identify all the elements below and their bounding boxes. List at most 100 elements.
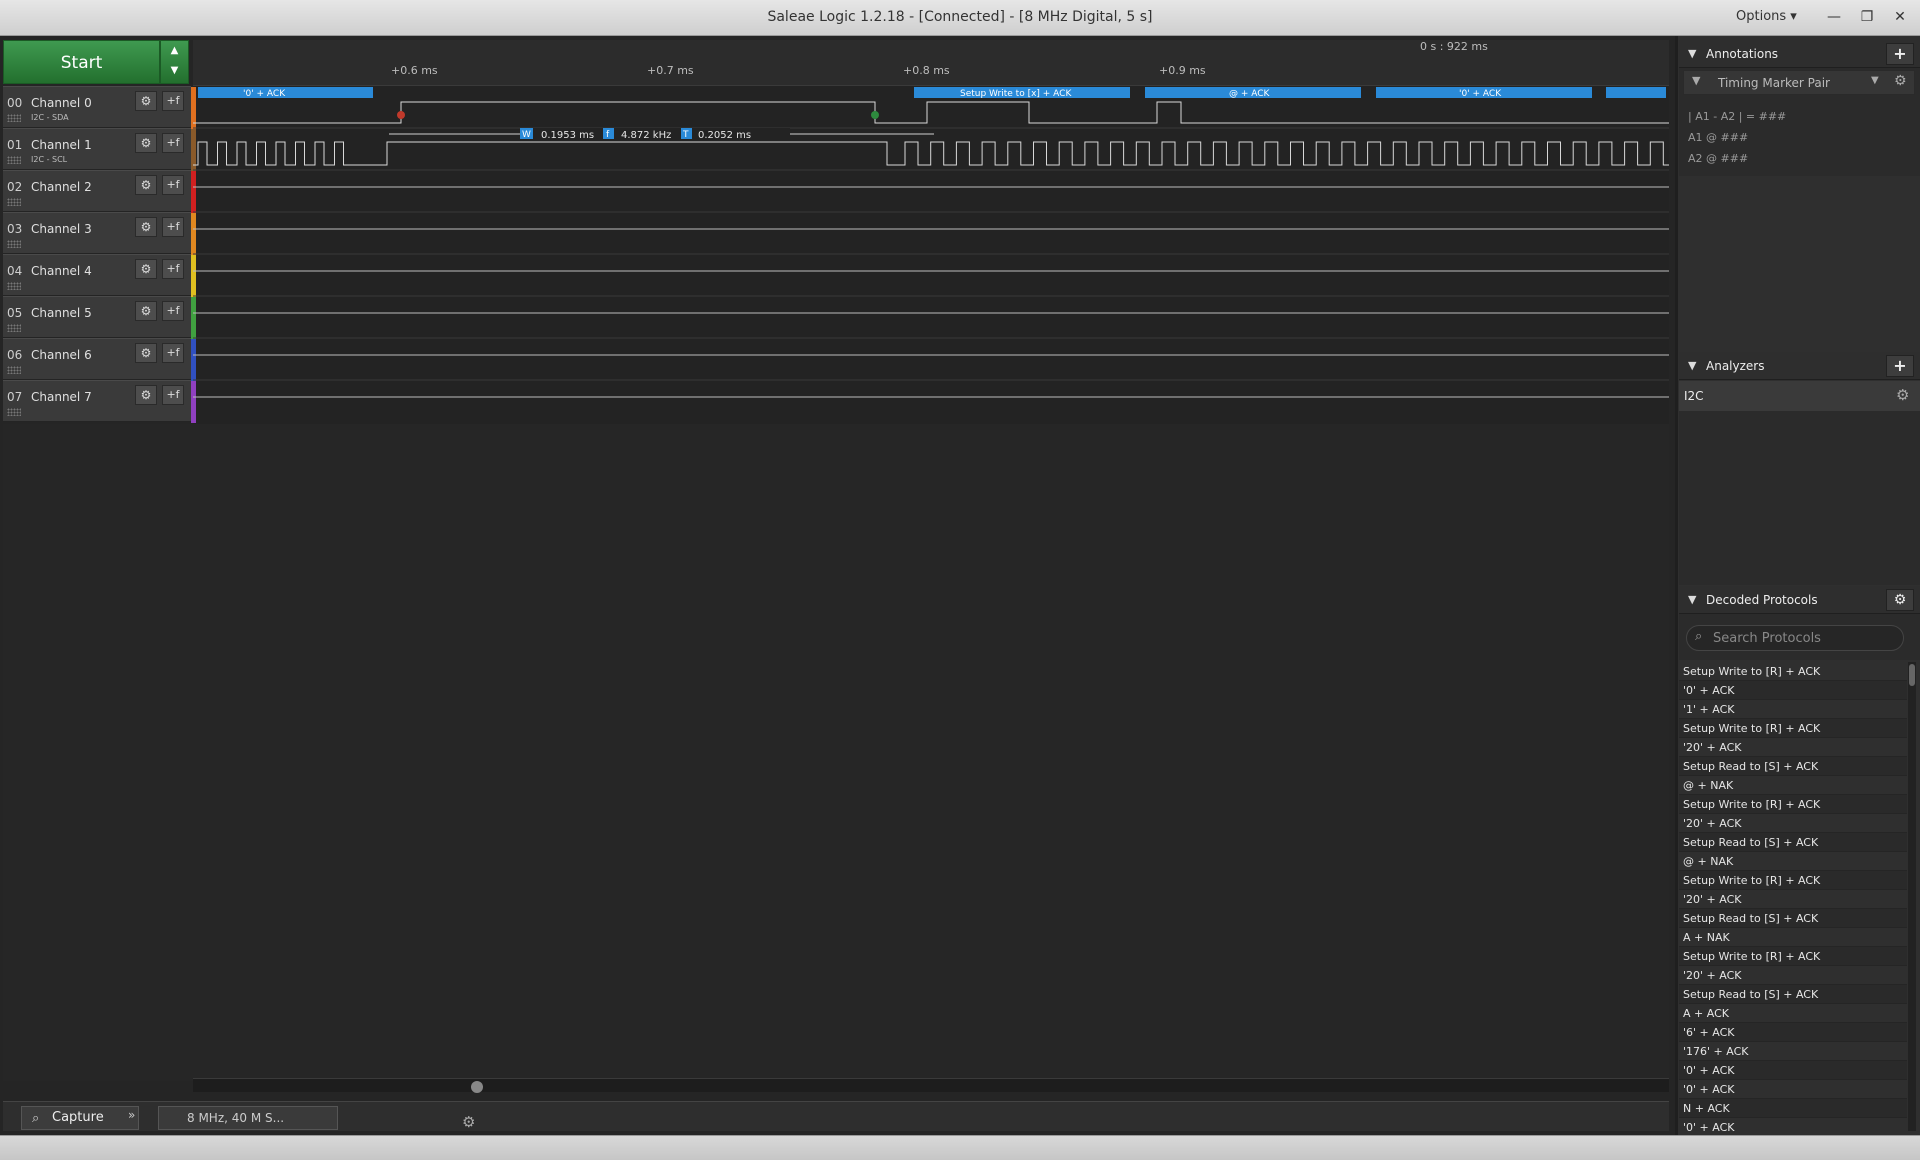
list-item[interactable]: Setup Write to [R] + ACK xyxy=(1679,871,1907,890)
trigger-icon[interactable]: +f xyxy=(162,385,184,405)
gear-icon[interactable]: ⚙ xyxy=(135,217,157,237)
channel-name[interactable]: Channel 4 xyxy=(31,264,92,278)
channel-row[interactable]: 01 Channel 1 I2C - SCL ⚙ +f xyxy=(3,128,196,171)
capture-tab[interactable]: ⌕ Capture xyxy=(21,1106,139,1130)
trigger-icon[interactable]: +f xyxy=(162,91,184,111)
list-item[interactable]: Setup Read to [S] + ACK xyxy=(1679,833,1907,852)
list-item[interactable]: Setup Write to [R] + ACK xyxy=(1679,947,1907,966)
list-item[interactable]: '20' + ACK xyxy=(1679,738,1907,757)
timing-marker-pair[interactable]: ▼ Timing Marker Pair ▼ ⚙ xyxy=(1683,70,1915,95)
gear-icon[interactable]: ⚙ xyxy=(135,343,157,363)
session-tab[interactable]: 8 MHz, 40 M S... ⚙ xyxy=(158,1106,475,1131)
gear-icon[interactable]: ⚙ xyxy=(135,91,157,111)
trigger-icon[interactable]: +f xyxy=(162,259,184,279)
trigger-icon[interactable]: +f xyxy=(162,343,184,363)
add-analyzer-button[interactable]: + xyxy=(1886,355,1914,377)
expand-tabs-icon[interactable]: » xyxy=(128,1108,135,1122)
list-item[interactable]: Setup Read to [S] + ACK xyxy=(1679,985,1907,1004)
list-item[interactable]: Setup Read to [S] + ACK xyxy=(1679,909,1907,928)
drag-handle-icon[interactable] xyxy=(7,156,21,164)
drag-handle-icon[interactable] xyxy=(7,114,21,122)
list-item[interactable]: '6' + ACK xyxy=(1679,1023,1907,1042)
list-item[interactable]: @ + NAK xyxy=(1679,852,1907,871)
drag-handle-icon[interactable] xyxy=(7,198,21,206)
collapse-triangle-icon[interactable]: ▼ xyxy=(1688,359,1696,372)
close-icon[interactable]: ✕ xyxy=(1887,4,1913,30)
dropdown-icon[interactable]: ▼ xyxy=(1871,75,1879,86)
start-button[interactable]: Start xyxy=(3,40,160,84)
list-item[interactable]: '0' + ACK xyxy=(1679,1118,1907,1131)
decoded-protocols-list[interactable]: Setup Write to [R] + ACK '0' + ACK '1' + A… xyxy=(1679,662,1907,1131)
decode-bubble[interactable] xyxy=(1606,87,1666,98)
channel-name[interactable]: Channel 5 xyxy=(31,306,92,320)
gear-icon[interactable]: ⚙ xyxy=(1894,73,1907,89)
list-item[interactable]: '176' + ACK xyxy=(1679,1042,1907,1061)
channel-row[interactable]: 05 Channel 5 ⚙ +f xyxy=(3,296,196,339)
trigger-icon[interactable]: +f xyxy=(162,217,184,237)
gear-icon[interactable]: ⚙ xyxy=(1886,589,1914,611)
list-item[interactable]: @ + NAK xyxy=(1679,776,1907,795)
trigger-icon[interactable]: +f xyxy=(162,301,184,321)
options-menu-button[interactable]: Options ▾ xyxy=(1736,9,1797,24)
list-item[interactable]: '20' + ACK xyxy=(1679,814,1907,833)
gear-icon[interactable]: ⚙ xyxy=(135,175,157,195)
drag-handle-icon[interactable] xyxy=(7,240,21,248)
vertical-scrollbar[interactable] xyxy=(1908,662,1916,1131)
drag-handle-icon[interactable] xyxy=(7,324,21,332)
channel-row[interactable]: 04 Channel 4 ⚙ +f xyxy=(3,254,196,297)
channel-row[interactable]: 06 Channel 6 ⚙ +f xyxy=(3,338,196,381)
list-item[interactable]: Setup Read to [S] + ACK xyxy=(1679,757,1907,776)
horizontal-scrollbar[interactable] xyxy=(193,1078,1669,1093)
restore-icon[interactable]: ❐ xyxy=(1854,4,1880,30)
list-item[interactable]: '0' + ACK xyxy=(1679,1061,1907,1080)
decoded-protocols-header[interactable]: ▼ Decoded Protocols ⚙ xyxy=(1679,586,1920,614)
decode-bubble[interactable] xyxy=(198,87,373,98)
marker-a1[interactable] xyxy=(397,111,405,119)
channel-name[interactable]: Channel 2 xyxy=(31,180,92,194)
list-item[interactable]: '0' + ACK xyxy=(1679,1080,1907,1099)
list-item[interactable]: '20' + ACK xyxy=(1679,966,1907,985)
scroll-thumb[interactable] xyxy=(1909,664,1915,686)
list-item[interactable]: A + NAK xyxy=(1679,928,1907,947)
trigger-icon[interactable]: +f xyxy=(162,175,184,195)
collapse-triangle-icon[interactable]: ▼ xyxy=(1688,593,1696,606)
analyzer-item[interactable]: I2C ⚙ xyxy=(1679,381,1920,411)
gear-icon[interactable]: ⚙ xyxy=(1896,386,1909,404)
gear-icon[interactable]: ⚙ xyxy=(135,259,157,279)
drag-handle-icon[interactable] xyxy=(7,282,21,290)
list-item[interactable]: '20' + ACK xyxy=(1679,890,1907,909)
start-options[interactable]: ▲ ▼ xyxy=(160,40,189,84)
scroll-thumb[interactable] xyxy=(471,1081,483,1093)
marker-a2[interactable] xyxy=(871,111,879,119)
analyzers-header[interactable]: ▼ Analyzers + xyxy=(1679,352,1920,380)
list-item[interactable]: '0' + ACK xyxy=(1679,681,1907,700)
arrow-up-icon[interactable]: ▲ xyxy=(161,41,188,61)
drag-handle-icon[interactable] xyxy=(7,408,21,416)
add-annotation-button[interactable]: + xyxy=(1886,43,1914,65)
channel-row[interactable]: 03 Channel 3 ⚙ +f xyxy=(3,212,196,255)
list-item[interactable]: N + ACK xyxy=(1679,1099,1907,1118)
channel-row[interactable]: 00 Channel 0 I2C - SDA ⚙ +f xyxy=(3,86,196,129)
gear-icon[interactable]: ⚙ xyxy=(135,133,157,153)
annotations-header[interactable]: ▼ Annotations + xyxy=(1679,40,1920,68)
collapse-triangle-icon[interactable]: ▼ xyxy=(1688,47,1696,60)
list-item[interactable]: Setup Write to [R] + ACK xyxy=(1679,719,1907,738)
search-box[interactable]: ⌕ xyxy=(1686,625,1904,651)
gear-icon[interactable]: ⚙ xyxy=(135,301,157,321)
trigger-icon[interactable]: +f xyxy=(162,133,184,153)
channel-row[interactable]: 02 Channel 2 ⚙ +f xyxy=(3,170,196,213)
channel-name[interactable]: Channel 1 xyxy=(31,138,92,152)
minimize-icon[interactable]: — xyxy=(1821,4,1847,30)
channel-name[interactable]: Channel 3 xyxy=(31,222,92,236)
list-item[interactable]: Setup Write to [R] + ACK xyxy=(1679,795,1907,814)
search-input[interactable] xyxy=(1713,629,1893,647)
channel-name[interactable]: Channel 0 xyxy=(31,96,92,110)
channel-name[interactable]: Channel 6 xyxy=(31,348,92,362)
gear-icon[interactable]: ⚙ xyxy=(462,1111,475,1133)
list-item[interactable]: A + ACK xyxy=(1679,1004,1907,1023)
list-item[interactable]: Setup Write to [R] + ACK xyxy=(1679,662,1907,681)
gear-icon[interactable]: ⚙ xyxy=(135,385,157,405)
drag-handle-icon[interactable] xyxy=(7,366,21,374)
channel-name[interactable]: Channel 7 xyxy=(31,390,92,404)
channel-row[interactable]: 07 Channel 7 ⚙ +f xyxy=(3,380,196,423)
